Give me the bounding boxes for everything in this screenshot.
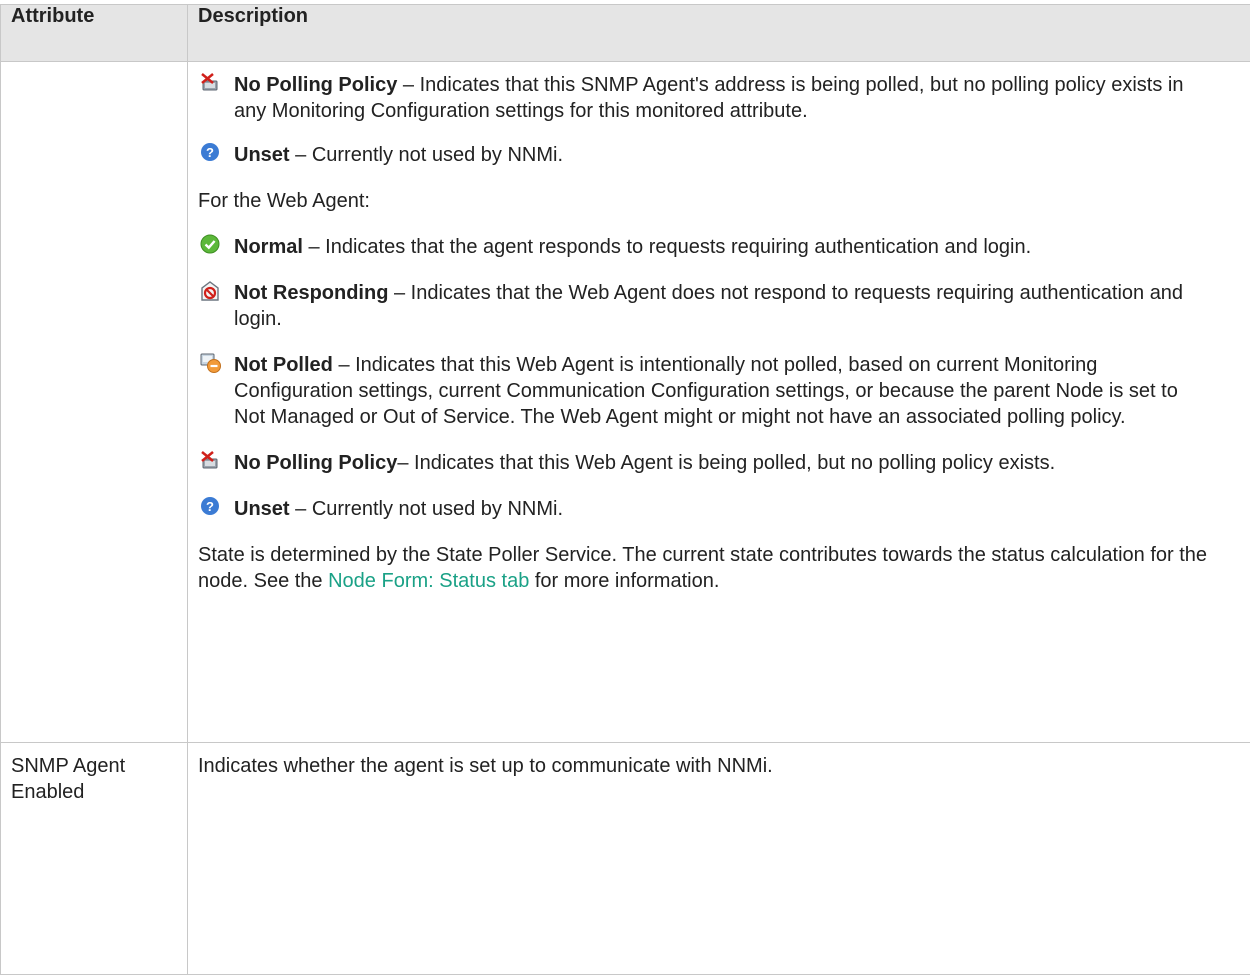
table-header-row: Attribute Description: [1, 5, 1250, 62]
state-description: – Indicates that this Web Agent is inten…: [234, 354, 1178, 428]
attribute-cell: SNMP Agent Enabled: [1, 743, 188, 975]
state-name: Normal: [234, 236, 303, 258]
state-name: Unset: [234, 498, 290, 520]
no-polling-policy-icon: [200, 450, 222, 472]
state-name: No Polling Policy: [234, 452, 397, 474]
header-attribute: Attribute: [1, 5, 188, 62]
state-description: – Currently not used by NNMi.: [290, 498, 563, 520]
state-description: – Indicates that this Web Agent is being…: [397, 452, 1055, 474]
svg-text:?: ?: [206, 145, 214, 160]
web-no-polling-policy-item: No Polling Policy– Indicates that this W…: [198, 450, 1211, 476]
snmp-no-polling-policy-item: No Polling Policy – Indicates that this …: [198, 72, 1211, 124]
web-agent-intro: For the Web Agent:: [198, 188, 1211, 214]
not-responding-icon: [200, 280, 222, 302]
snmp-unset-item: ? Unset – Currently not used by NNMi.: [198, 142, 1211, 168]
state-name: No Polling Policy: [234, 74, 397, 96]
state-footer-note: State is determined by the State Poller …: [198, 542, 1211, 594]
footer-text-after: for more information.: [529, 570, 719, 592]
state-name: Not Responding: [234, 282, 388, 304]
web-unset-item: ? Unset – Currently not used by NNMi.: [198, 496, 1211, 522]
attribute-cell: [1, 62, 188, 743]
description-cell: Indicates whether the agent is set up to…: [188, 743, 1250, 975]
no-polling-policy-icon: [200, 72, 222, 94]
attribute-table: Attribute Description No Polling Pol: [0, 4, 1250, 975]
state-description: – Currently not used by NNMi.: [290, 144, 563, 166]
state-name: Unset: [234, 144, 290, 166]
web-not-responding-item: Not Responding – Indicates that the Web …: [198, 280, 1211, 332]
unset-question-icon: ?: [200, 496, 222, 518]
table-row: No Polling Policy – Indicates that this …: [1, 62, 1250, 743]
node-form-status-tab-link[interactable]: Node Form: Status tab: [328, 570, 529, 592]
description-cell: No Polling Policy – Indicates that this …: [188, 62, 1250, 743]
unset-question-icon: ?: [200, 142, 222, 164]
table-row: SNMP Agent Enabled Indicates whether the…: [1, 743, 1250, 975]
state-name: Not Polled: [234, 354, 333, 376]
header-description: Description: [188, 5, 1250, 62]
not-polled-icon: [200, 352, 222, 374]
web-not-polled-item: Not Polled – Indicates that this Web Age…: [198, 352, 1211, 430]
normal-check-icon: [200, 234, 222, 256]
svg-text:?: ?: [206, 499, 214, 514]
web-normal-item: Normal – Indicates that the agent respon…: [198, 234, 1211, 260]
state-description: – Indicates that the agent responds to r…: [303, 236, 1031, 258]
